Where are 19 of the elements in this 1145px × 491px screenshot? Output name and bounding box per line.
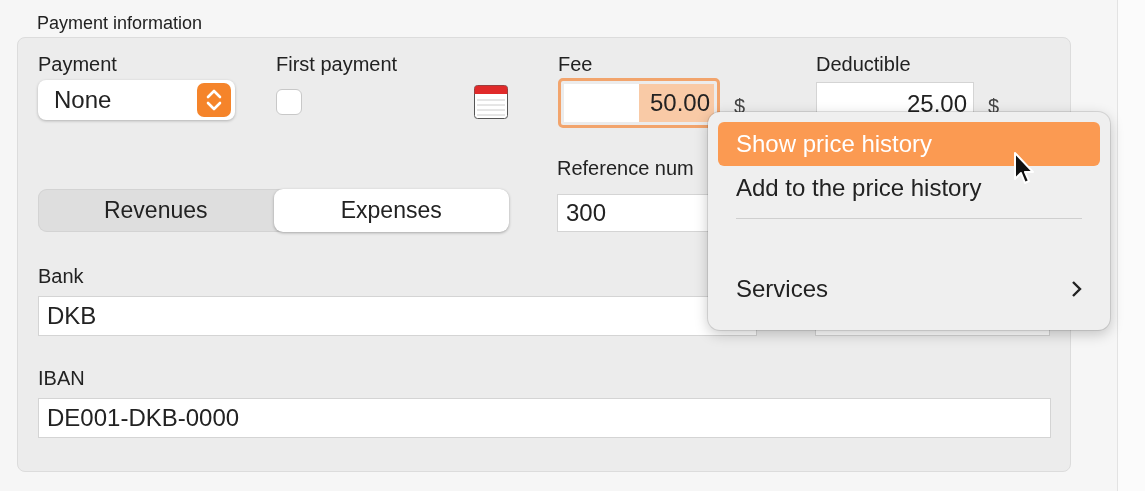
field-label: IBAN [38,366,86,390]
field-label: Deductible [816,52,912,76]
bank-field[interactable]: DKB [38,296,758,336]
segment-tab[interactable]: Revenues [38,189,274,232]
field-label: Bank [38,264,85,288]
segment-tab[interactable]: Expenses [273,189,509,232]
fee-field[interactable]: 50.00 [558,78,720,128]
field-label: Fee [558,52,594,76]
field-label: First payment [276,52,399,76]
iban-field[interactable]: DE001-DKB-0000 [38,398,1051,438]
pointer-icon [1013,151,1037,187]
payment-select[interactable]: None [38,80,235,120]
calendar-icon[interactable] [474,85,508,119]
checkbox[interactable] [276,89,302,115]
chevron-icon [1070,280,1082,298]
field-label: Reference num [557,156,695,180]
stepper-icon [197,83,231,117]
section-title: Payment information [36,12,204,35]
field-label: Payment [38,52,118,76]
